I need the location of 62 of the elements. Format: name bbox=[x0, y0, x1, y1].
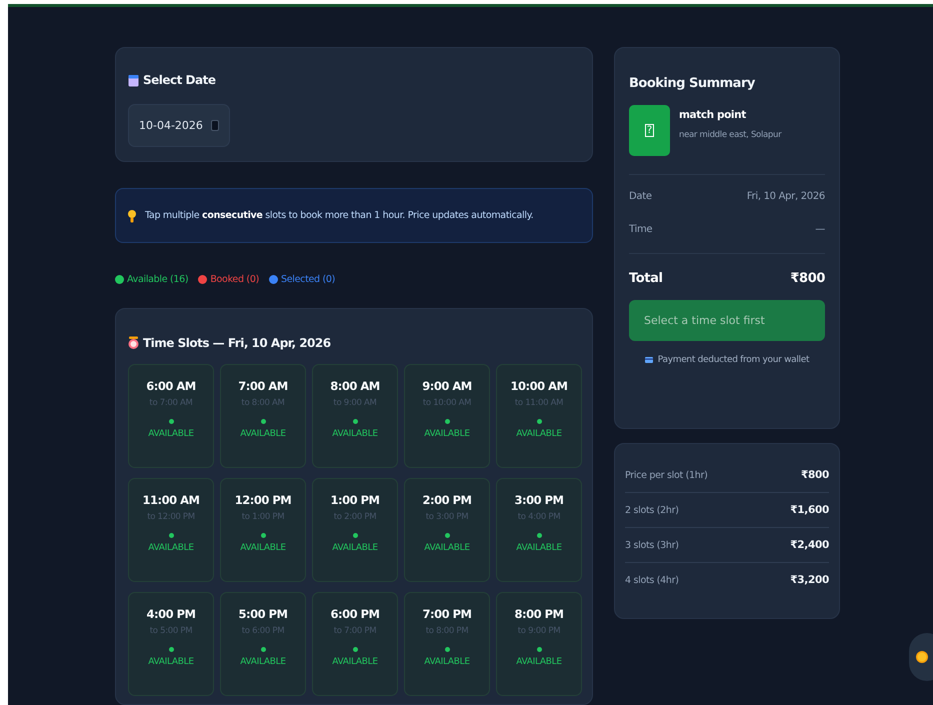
slot-time: 7:00 PM bbox=[422, 607, 472, 622]
price-label: Price per slot (1hr) bbox=[625, 470, 708, 480]
slot-status: AVAILABLE bbox=[516, 657, 562, 668]
slot-status: AVAILABLE bbox=[240, 543, 286, 554]
alarm-clock-icon bbox=[128, 336, 139, 350]
slot-status: AVAILABLE bbox=[424, 429, 470, 440]
slot-status: AVAILABLE bbox=[240, 657, 286, 668]
slot-time: 12:00 PM bbox=[234, 493, 292, 508]
slot-time: 5:00 PM bbox=[238, 607, 288, 622]
tip-text: Tap multiple consecutive slots to book more than 1 hour. Price updates automatically. bbox=[145, 210, 534, 222]
slot-time: 8:00 PM bbox=[514, 607, 564, 622]
summary-label: Date bbox=[629, 190, 652, 202]
slot-time: 2:00 PM bbox=[422, 493, 472, 508]
price-value: ₹2,400 bbox=[790, 539, 829, 551]
slot-status: AVAILABLE bbox=[332, 657, 378, 668]
price-label: 2 slots (2hr) bbox=[625, 504, 679, 516]
payment-note: Payment deducted from your wallet bbox=[658, 355, 810, 365]
summary-value: — bbox=[815, 224, 825, 234]
card-title: Booking Summary bbox=[629, 76, 756, 91]
legend-label: Booked (0) bbox=[210, 274, 259, 286]
slot-status: AVAILABLE bbox=[516, 429, 562, 440]
calendar-icon bbox=[128, 74, 139, 86]
venue-address: near middle east, Solapur bbox=[679, 130, 782, 140]
slot-time: 7:00 AM bbox=[238, 379, 288, 394]
slot-time: 4:00 PM bbox=[146, 607, 196, 622]
price-value: ₹3,200 bbox=[790, 574, 829, 586]
legend-label: Available (16) bbox=[127, 274, 188, 286]
card-title: Select Date bbox=[143, 73, 216, 87]
slot-time: 11:00 AM bbox=[142, 493, 200, 508]
legend-label: Selected (0) bbox=[281, 274, 336, 286]
slot-time: 1:00 PM bbox=[330, 493, 380, 508]
slot-status: AVAILABLE bbox=[424, 543, 470, 554]
sun-icon bbox=[915, 648, 929, 666]
slot-time: 6:00 AM bbox=[146, 379, 196, 394]
calendar-icon bbox=[211, 120, 219, 131]
total-label: Total bbox=[629, 270, 663, 286]
slot-status: AVAILABLE bbox=[332, 543, 378, 554]
slot-status: AVAILABLE bbox=[240, 429, 286, 440]
summary-label: Time bbox=[629, 224, 652, 234]
slot-status: AVAILABLE bbox=[148, 657, 194, 668]
venue-icon: ? bbox=[629, 105, 670, 156]
slot-time: 3:00 PM bbox=[514, 493, 564, 508]
slot-status: AVAILABLE bbox=[424, 657, 470, 668]
slot-status: AVAILABLE bbox=[148, 543, 194, 554]
lightbulb-icon bbox=[128, 208, 136, 223]
slot-time: 10:00 AM bbox=[510, 379, 568, 394]
slot-status: AVAILABLE bbox=[516, 543, 562, 554]
card-title: Time Slots — Fri, 10 Apr, 2026 bbox=[143, 336, 331, 350]
total-value: ₹800 bbox=[790, 270, 825, 286]
summary-value: Fri, 10 Apr, 2026 bbox=[746, 190, 825, 202]
slot-status: AVAILABLE bbox=[148, 429, 194, 440]
price-label: 3 slots (3hr) bbox=[625, 540, 679, 550]
slot-time: 6:00 PM bbox=[330, 607, 380, 622]
slot-status: AVAILABLE bbox=[332, 429, 378, 440]
slot-time: 8:00 AM bbox=[330, 379, 380, 394]
price-value: ₹800 bbox=[800, 469, 829, 481]
price-label: 4 slots (4hr) bbox=[625, 574, 679, 586]
slot-time: 9:00 AM bbox=[422, 379, 472, 394]
card-icon bbox=[644, 357, 653, 363]
venue-name: match point bbox=[679, 109, 747, 121]
date-field[interactable]: 10-04-2026 bbox=[128, 104, 230, 147]
price-value: ₹1,600 bbox=[790, 504, 829, 516]
